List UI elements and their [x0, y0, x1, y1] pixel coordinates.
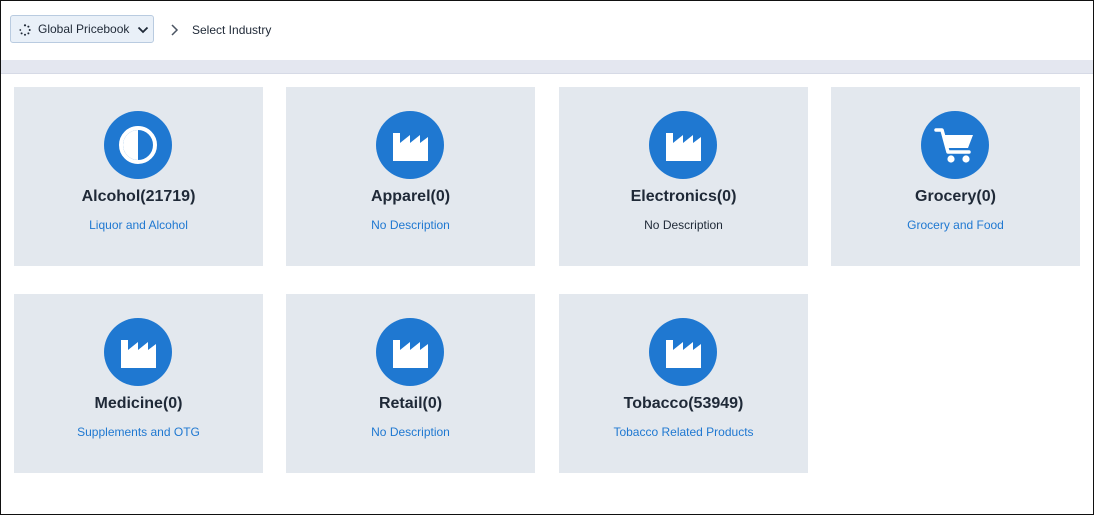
industry-card-tobacco[interactable]: Tobacco(53949) Tobacco Related Products	[559, 294, 808, 473]
card-title: Electronics(0)	[630, 188, 737, 205]
card-description: Tobacco Related Products	[613, 425, 754, 439]
card-description: No Description	[371, 425, 450, 439]
industry-card-medicine[interactable]: Medicine(0) Supplements and OTG	[14, 294, 263, 473]
industry-card-apparel[interactable]: Apparel(0) No Description	[286, 87, 535, 266]
factory-icon	[649, 318, 717, 386]
cart-icon	[921, 111, 989, 179]
breadcrumb-current: Select Industry	[192, 23, 272, 37]
industry-card-retail[interactable]: Retail(0) No Description	[286, 294, 535, 473]
card-title: Alcohol(21719)	[81, 188, 196, 205]
card-description: Supplements and OTG	[77, 425, 200, 439]
pricebook-select[interactable]: Global Pricebook	[10, 15, 154, 43]
card-title: Medicine(0)	[94, 395, 183, 412]
factory-icon	[376, 318, 444, 386]
factory-icon	[104, 318, 172, 386]
industry-card-electronics[interactable]: Electronics(0) No Description	[559, 87, 808, 266]
chevron-down-icon	[137, 26, 149, 34]
app-frame: Global Pricebook Select Industry Alcohol…	[0, 0, 1094, 515]
card-description: Grocery and Food	[907, 218, 1004, 232]
card-title: Apparel(0)	[370, 188, 451, 205]
contrast-icon	[104, 111, 172, 179]
card-description: Liquor and Alcohol	[89, 218, 188, 232]
card-description: No Description	[644, 218, 723, 232]
card-title: Grocery(0)	[915, 188, 996, 205]
card-title: Tobacco(53949)	[623, 395, 744, 412]
chevron-right-icon	[171, 24, 179, 36]
spinner-icon	[19, 24, 31, 36]
industry-card-alcohol[interactable]: Alcohol(21719) Liquor and Alcohol	[14, 87, 263, 266]
industry-card-grocery[interactable]: Grocery(0) Grocery and Food	[831, 87, 1080, 266]
factory-icon	[376, 111, 444, 179]
top-bar: Global Pricebook Select Industry	[1, 1, 1093, 59]
factory-icon	[649, 111, 717, 179]
card-description: No Description	[371, 218, 450, 232]
card-title: Retail(0)	[378, 395, 443, 412]
pricebook-label: Global Pricebook	[38, 22, 130, 36]
divider-band	[1, 60, 1093, 74]
